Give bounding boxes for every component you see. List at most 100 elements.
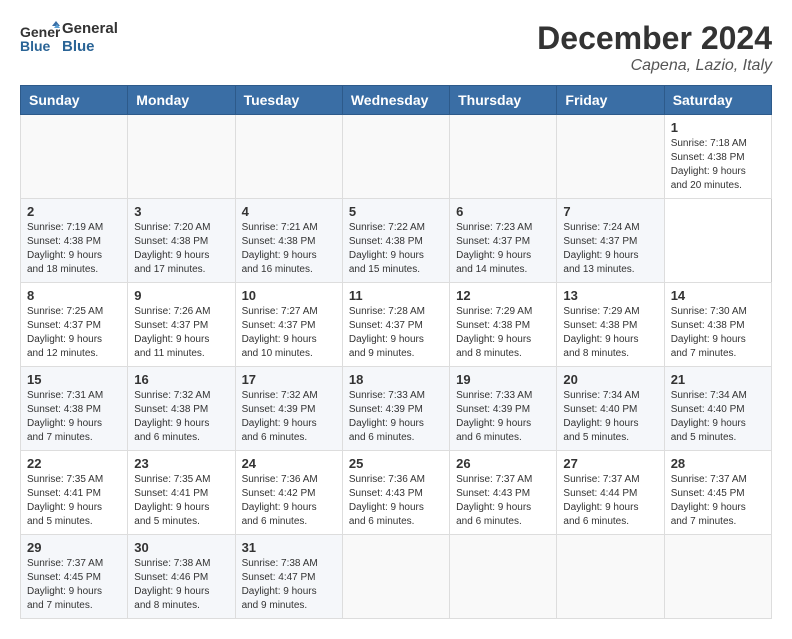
calendar-day (450, 535, 557, 619)
day-number: 13 (563, 288, 657, 303)
day-info: Sunrise: 7:18 AMSunset: 4:38 PMDaylight:… (671, 137, 765, 193)
day-number: 20 (563, 372, 657, 387)
empty-cell (235, 115, 342, 199)
logo: General Blue General Blue (20, 20, 118, 56)
day-header-thursday: Thursday (450, 86, 557, 115)
day-info: Sunrise: 7:30 AMSunset: 4:38 PMDaylight:… (671, 305, 765, 361)
month-title: December 2024 (537, 20, 772, 57)
calendar-day: 18 Sunrise: 7:33 AMSunset: 4:39 PMDaylig… (342, 367, 449, 451)
day-number: 21 (671, 372, 765, 387)
calendar-header-row: SundayMondayTuesdayWednesdayThursdayFrid… (21, 86, 772, 115)
day-info: Sunrise: 7:35 AMSunset: 4:41 PMDaylight:… (134, 473, 228, 529)
logo-blue: Blue (62, 38, 118, 56)
day-number: 30 (134, 540, 228, 555)
empty-cell (450, 115, 557, 199)
day-number: 23 (134, 456, 228, 471)
day-number: 12 (456, 288, 550, 303)
calendar-week-3: 8 Sunrise: 7:25 AMSunset: 4:37 PMDayligh… (21, 283, 772, 367)
calendar-day: 25 Sunrise: 7:36 AMSunset: 4:43 PMDaylig… (342, 451, 449, 535)
calendar-day: 16 Sunrise: 7:32 AMSunset: 4:38 PMDaylig… (128, 367, 235, 451)
calendar-week-4: 15 Sunrise: 7:31 AMSunset: 4:38 PMDaylig… (21, 367, 772, 451)
calendar-day: 5 Sunrise: 7:22 AMSunset: 4:38 PMDayligh… (342, 199, 449, 283)
day-number: 24 (242, 456, 336, 471)
day-number: 26 (456, 456, 550, 471)
calendar-day: 23 Sunrise: 7:35 AMSunset: 4:41 PMDaylig… (128, 451, 235, 535)
day-info: Sunrise: 7:38 AMSunset: 4:46 PMDaylight:… (134, 557, 228, 613)
calendar-table: SundayMondayTuesdayWednesdayThursdayFrid… (20, 85, 772, 619)
day-info: Sunrise: 7:37 AMSunset: 4:45 PMDaylight:… (27, 557, 121, 613)
day-header-monday: Monday (128, 86, 235, 115)
calendar-day: 26 Sunrise: 7:37 AMSunset: 4:43 PMDaylig… (450, 451, 557, 535)
day-number: 18 (349, 372, 443, 387)
day-info: Sunrise: 7:24 AMSunset: 4:37 PMDaylight:… (563, 221, 657, 277)
day-info: Sunrise: 7:21 AMSunset: 4:38 PMDaylight:… (242, 221, 336, 277)
day-info: Sunrise: 7:19 AMSunset: 4:38 PMDaylight:… (27, 221, 121, 277)
calendar-day: 14 Sunrise: 7:30 AMSunset: 4:38 PMDaylig… (664, 283, 771, 367)
calendar-body: 1 Sunrise: 7:18 AMSunset: 4:38 PMDayligh… (21, 115, 772, 619)
calendar-day: 15 Sunrise: 7:31 AMSunset: 4:38 PMDaylig… (21, 367, 128, 451)
day-number: 3 (134, 204, 228, 219)
day-number: 25 (349, 456, 443, 471)
day-number: 11 (349, 288, 443, 303)
empty-cell (342, 115, 449, 199)
calendar-day: 10 Sunrise: 7:27 AMSunset: 4:37 PMDaylig… (235, 283, 342, 367)
day-info: Sunrise: 7:33 AMSunset: 4:39 PMDaylight:… (456, 389, 550, 445)
day-number: 4 (242, 204, 336, 219)
calendar-day: 29 Sunrise: 7:37 AMSunset: 4:45 PMDaylig… (21, 535, 128, 619)
calendar-day: 6 Sunrise: 7:23 AMSunset: 4:37 PMDayligh… (450, 199, 557, 283)
logo-icon: General Blue (20, 21, 60, 56)
calendar-day: 30 Sunrise: 7:38 AMSunset: 4:46 PMDaylig… (128, 535, 235, 619)
calendar-week-2: 2 Sunrise: 7:19 AMSunset: 4:38 PMDayligh… (21, 199, 772, 283)
logo-general: General (62, 20, 118, 38)
day-number: 6 (456, 204, 550, 219)
day-number: 9 (134, 288, 228, 303)
day-number: 14 (671, 288, 765, 303)
day-header-tuesday: Tuesday (235, 86, 342, 115)
day-number: 8 (27, 288, 121, 303)
calendar-day: 28 Sunrise: 7:37 AMSunset: 4:45 PMDaylig… (664, 451, 771, 535)
day-info: Sunrise: 7:38 AMSunset: 4:47 PMDaylight:… (242, 557, 336, 613)
day-number: 27 (563, 456, 657, 471)
empty-cell (128, 115, 235, 199)
calendar-day: 12 Sunrise: 7:29 AMSunset: 4:38 PMDaylig… (450, 283, 557, 367)
day-info: Sunrise: 7:29 AMSunset: 4:38 PMDaylight:… (456, 305, 550, 361)
calendar-day: 20 Sunrise: 7:34 AMSunset: 4:40 PMDaylig… (557, 367, 664, 451)
day-number: 29 (27, 540, 121, 555)
calendar-day: 3 Sunrise: 7:20 AMSunset: 4:38 PMDayligh… (128, 199, 235, 283)
day-info: Sunrise: 7:28 AMSunset: 4:37 PMDaylight:… (349, 305, 443, 361)
calendar-day: 24 Sunrise: 7:36 AMSunset: 4:42 PMDaylig… (235, 451, 342, 535)
empty-cell (557, 115, 664, 199)
calendar-day: 27 Sunrise: 7:37 AMSunset: 4:44 PMDaylig… (557, 451, 664, 535)
svg-text:Blue: Blue (20, 38, 51, 54)
day-info: Sunrise: 7:29 AMSunset: 4:38 PMDaylight:… (563, 305, 657, 361)
title-block: December 2024 Capena, Lazio, Italy (537, 20, 772, 75)
page-header: General Blue General Blue December 2024 … (20, 20, 772, 75)
calendar-day (342, 535, 449, 619)
day-number: 22 (27, 456, 121, 471)
day-info: Sunrise: 7:32 AMSunset: 4:39 PMDaylight:… (242, 389, 336, 445)
calendar-day: 11 Sunrise: 7:28 AMSunset: 4:37 PMDaylig… (342, 283, 449, 367)
calendar-day: 22 Sunrise: 7:35 AMSunset: 4:41 PMDaylig… (21, 451, 128, 535)
day-number: 1 (671, 120, 765, 135)
day-info: Sunrise: 7:36 AMSunset: 4:43 PMDaylight:… (349, 473, 443, 529)
day-info: Sunrise: 7:37 AMSunset: 4:44 PMDaylight:… (563, 473, 657, 529)
calendar-day: 17 Sunrise: 7:32 AMSunset: 4:39 PMDaylig… (235, 367, 342, 451)
calendar-day (557, 535, 664, 619)
day-info: Sunrise: 7:31 AMSunset: 4:38 PMDaylight:… (27, 389, 121, 445)
calendar-day: 21 Sunrise: 7:34 AMSunset: 4:40 PMDaylig… (664, 367, 771, 451)
day-header-saturday: Saturday (664, 86, 771, 115)
day-number: 5 (349, 204, 443, 219)
day-info: Sunrise: 7:23 AMSunset: 4:37 PMDaylight:… (456, 221, 550, 277)
calendar-day: 1 Sunrise: 7:18 AMSunset: 4:38 PMDayligh… (664, 115, 771, 199)
day-header-wednesday: Wednesday (342, 86, 449, 115)
day-number: 10 (242, 288, 336, 303)
day-info: Sunrise: 7:22 AMSunset: 4:38 PMDaylight:… (349, 221, 443, 277)
day-info: Sunrise: 7:37 AMSunset: 4:45 PMDaylight:… (671, 473, 765, 529)
day-info: Sunrise: 7:35 AMSunset: 4:41 PMDaylight:… (27, 473, 121, 529)
day-number: 31 (242, 540, 336, 555)
day-info: Sunrise: 7:36 AMSunset: 4:42 PMDaylight:… (242, 473, 336, 529)
calendar-day: 2 Sunrise: 7:19 AMSunset: 4:38 PMDayligh… (21, 199, 128, 283)
day-info: Sunrise: 7:25 AMSunset: 4:37 PMDaylight:… (27, 305, 121, 361)
day-number: 15 (27, 372, 121, 387)
day-info: Sunrise: 7:34 AMSunset: 4:40 PMDaylight:… (671, 389, 765, 445)
